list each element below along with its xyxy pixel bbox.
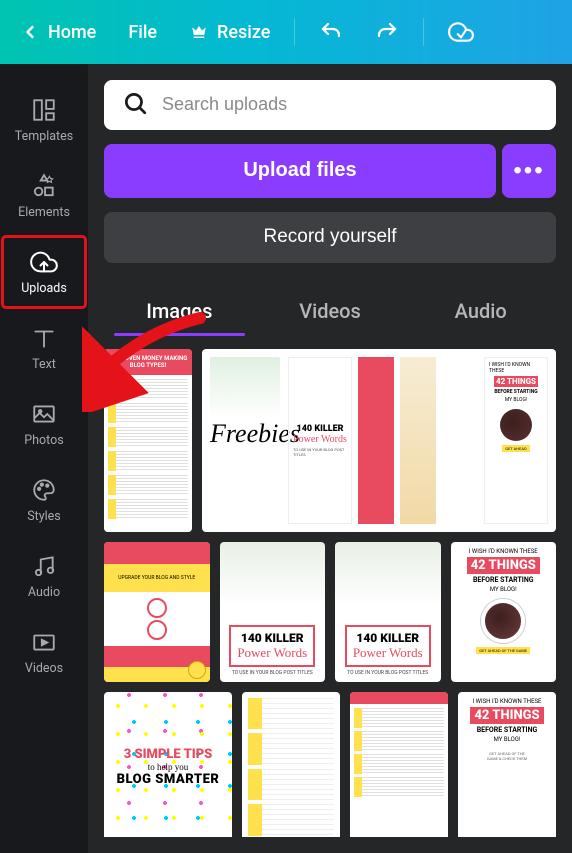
sidebar-item-photos[interactable]: Photos [0, 386, 88, 462]
sidebar-item-label: Elements [18, 205, 70, 220]
sidebar-item-videos[interactable]: Videos [0, 614, 88, 690]
upload-thumb[interactable]: 3 SIMPLE TIPS to help you BLOG SMARTER [104, 692, 232, 837]
thumb-text: 42 THINGS [494, 376, 538, 387]
upload-thumb[interactable]: UPGRADE YOUR BLOG AND STYLE [104, 542, 210, 682]
search-input[interactable] [162, 94, 538, 115]
sidebar-item-uploads[interactable]: Uploads [0, 234, 88, 310]
tab-videos[interactable]: Videos [255, 287, 406, 335]
sidebar-item-templates[interactable]: Templates [0, 82, 88, 158]
thumb-text: MY BLOG! [505, 397, 527, 403]
thumb-text: to help you [148, 762, 189, 772]
thumb-text: 42 THINGS [467, 557, 540, 574]
thumb-text: TO USE IN YOUR BLOG POST TITLES [232, 670, 313, 676]
file-button[interactable]: File [116, 14, 169, 51]
search-uploads[interactable] [104, 80, 556, 130]
sidebar-item-elements[interactable]: Elements [0, 158, 88, 234]
resize-label: Resize [217, 22, 270, 43]
elements-icon [30, 172, 58, 200]
resize-button[interactable]: Resize [177, 14, 282, 51]
cloud-save-button[interactable] [436, 11, 486, 53]
upload-thumb[interactable]: I WISH I'D KNOWN THESE 42 THINGS BEFORE … [458, 692, 556, 837]
sidebar-item-label: Uploads [21, 281, 67, 296]
thumb-text: I WISH I'D KNOWN THESE [489, 362, 543, 374]
top-toolbar: Home File Resize [0, 0, 572, 64]
thumb-text: BEFORE STARTING [473, 576, 534, 584]
sidebar-item-label: Audio [28, 585, 60, 600]
upload-files-button[interactable]: Upload files [104, 144, 496, 198]
sidebar-item-label: Templates [15, 129, 73, 144]
thumb-text: I WISH I'D KNOWN THESE [473, 698, 542, 705]
text-icon [30, 324, 58, 352]
home-button[interactable]: Home [8, 14, 108, 51]
upload-thumb[interactable]: 140 KILLER Power Words TO USE IN YOUR BL… [335, 542, 441, 682]
photos-icon [30, 400, 58, 428]
templates-icon [30, 96, 58, 124]
tab-images[interactable]: Images [104, 287, 255, 335]
thumb-text: 3 SIMPLE TIPS [124, 747, 213, 762]
sidebar-item-label: Styles [27, 509, 61, 524]
upload-thumb[interactable]: I WISH I'D KNOWN THESE 42 THINGS BEFORE … [451, 542, 557, 682]
cloud-upload-icon [30, 248, 58, 276]
sidebar-item-text[interactable]: Text [0, 310, 88, 386]
thumb-text: 42 THINGS [470, 707, 543, 724]
thumb-text: 140 KILLER [237, 631, 307, 645]
home-label: Home [48, 22, 96, 43]
chevron-left-icon [20, 22, 40, 42]
sidebar-item-label: Text [32, 357, 56, 372]
divider [423, 18, 424, 46]
more-icon: ••• [513, 157, 544, 185]
thumb-text: Power Words [293, 434, 347, 445]
redo-button[interactable] [363, 12, 411, 52]
search-icon [122, 90, 148, 120]
sidebar-item-label: Photos [24, 433, 63, 448]
uploads-panel: Upload files ••• Record yourself Images … [88, 64, 572, 853]
sidebar-item-styles[interactable]: Styles [0, 462, 88, 538]
thumb-text: 140 KILLER [353, 631, 423, 645]
thumb-text: Power Words [353, 645, 423, 661]
audio-icon [30, 552, 58, 580]
videos-icon [30, 628, 58, 656]
uploads-tabs: Images Videos Audio [104, 287, 556, 335]
thumb-text: MY BLOG! [494, 736, 521, 743]
sidebar: Templates Elements Uploads Text Photos [0, 64, 88, 853]
upload-more-button[interactable]: ••• [502, 144, 556, 198]
upload-thumb[interactable] [242, 692, 340, 837]
palette-icon [30, 476, 58, 504]
thumb-text: BLOG SMARTER [117, 772, 220, 787]
record-yourself-button[interactable]: Record yourself [104, 212, 556, 263]
thumb-text: BEFORE STARTING [494, 389, 537, 395]
thumb-title: 12 PROVEN MONEY MAKING BLOG TYPES! [104, 349, 192, 375]
sidebar-item-label: Videos [25, 661, 63, 676]
thumb-text: Power Words [237, 645, 307, 661]
thumb-text: 140 KILLER [296, 424, 343, 434]
tab-audio[interactable]: Audio [405, 287, 556, 335]
divider [294, 18, 295, 46]
upload-thumb[interactable]: 12 PROVEN MONEY MAKING BLOG TYPES! [104, 349, 192, 532]
upload-thumb[interactable]: 140 KILLER Power Words TO USE IN YOUR BL… [220, 542, 326, 682]
upload-gallery: 12 PROVEN MONEY MAKING BLOG TYPES! [104, 349, 556, 837]
crown-icon [189, 22, 209, 42]
sidebar-item-audio[interactable]: Audio [0, 538, 88, 614]
file-label: File [128, 22, 157, 43]
undo-button[interactable] [307, 12, 355, 52]
thumb-text: TO USE IN YOUR BLOG POST TITLES [293, 447, 347, 457]
thumb-text: Freebies [210, 419, 280, 449]
upload-thumb[interactable]: Freebies 140 KILLER Power Words TO USE I… [202, 349, 556, 532]
thumb-text: TO USE IN YOUR BLOG POST TITLES [347, 670, 428, 676]
thumb-text: UPGRADE YOUR BLOG AND STYLE [104, 564, 210, 592]
thumb-text: MY BLOG! [490, 586, 517, 593]
upload-thumb[interactable] [350, 692, 448, 837]
thumb-text: I WISH I'D KNOWN THESE [469, 548, 538, 555]
thumb-text: BEFORE STARTING [477, 726, 538, 734]
